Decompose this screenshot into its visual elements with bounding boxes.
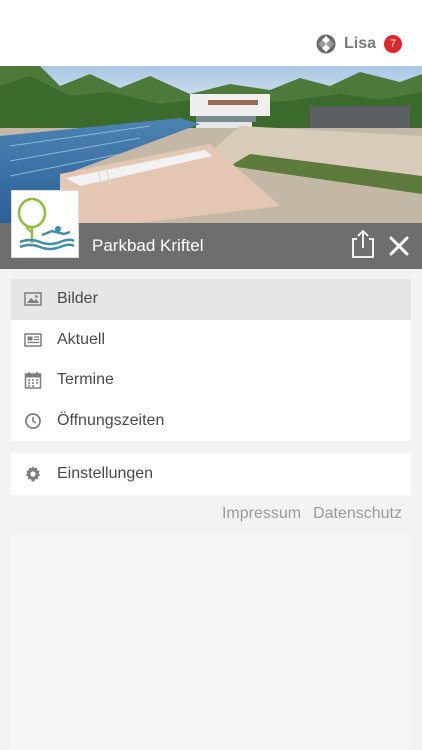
top-bar: Lisa 7 [0,0,422,66]
impressum-link[interactable]: Impressum [222,505,301,523]
menu-item-termine[interactable]: Termine [11,360,411,401]
app-logo-icon [316,34,336,54]
close-button[interactable] [386,233,412,259]
datenschutz-link[interactable]: Datenschutz [313,505,402,523]
menu-item-label: Aktuell [57,330,106,348]
main-menu: Bilder Aktuell Termine Öffnungszeiten [11,279,411,441]
menu-item-label: Termine [57,371,114,389]
menu-item-label: Einstellungen [57,465,154,482]
menu-item-oeffnungszeiten[interactable]: Öffnungszeiten [11,401,411,442]
content-background [11,533,411,750]
close-icon [389,236,409,256]
notification-badge[interactable]: 7 [384,35,402,53]
venue-title: Parkbad Kriftel [92,236,204,255]
newspaper-icon [24,333,42,347]
menu-item-label: Bilder [57,290,98,308]
calendar-icon [24,372,42,389]
user-menu[interactable]: Lisa 7 [316,33,402,55]
clock-icon [25,412,41,429]
menu-item-bilder[interactable]: Bilder [11,279,411,320]
swimmer-tree-logo-icon [17,197,75,251]
menu-item-einstellungen[interactable]: Einstellungen [11,453,411,495]
share-icon [352,229,374,258]
share-button[interactable] [350,229,376,259]
footer-links: Impressum Datenschutz [222,505,402,523]
venue-logo [11,190,79,258]
menu-item-aktuell[interactable]: Aktuell [11,320,411,361]
image-icon [24,292,42,306]
gear-icon [25,466,41,482]
menu-item-label: Öffnungszeiten [57,411,165,429]
user-name[interactable]: Lisa [344,35,376,53]
settings-menu: Einstellungen [11,453,411,495]
